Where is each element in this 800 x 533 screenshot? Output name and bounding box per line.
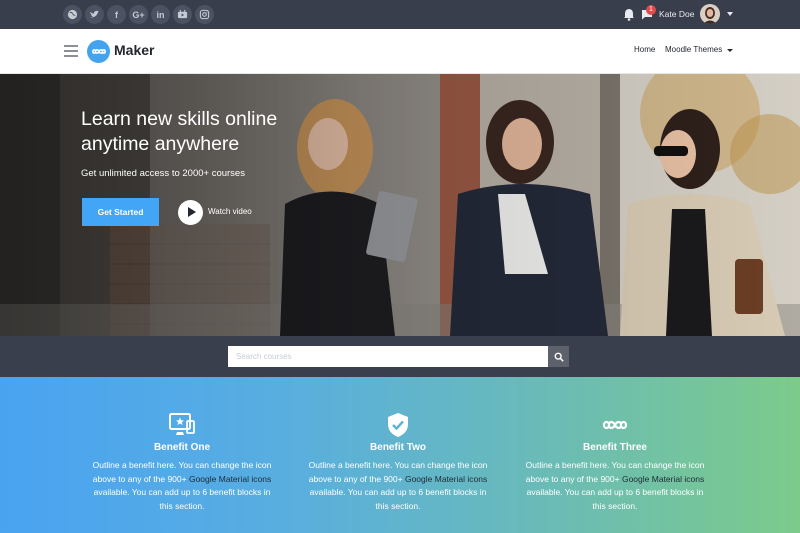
user-name[interactable]: Kate Doe [659,9,694,19]
chevron-down-icon[interactable] [727,49,733,52]
site-logo-text[interactable]: Maker [114,42,154,58]
notification-count-badge: 1 [646,5,656,15]
search-section [0,336,800,377]
material-icons-link[interactable]: Material icons [652,474,704,484]
benefit-title: Benefit Three [583,442,647,453]
menu-icon[interactable] [64,45,78,57]
monitor-star-icon [169,413,195,435]
google-link[interactable]: Google [405,474,432,484]
benefit-text: Outline a benefit here. You can change t… [92,460,272,511]
benefit-text: Outline a benefit here. You can change t… [308,460,488,511]
search-button[interactable] [548,346,569,367]
benefit-title: Benefit Two [370,442,426,453]
hero-subtitle: Get unlimited access to 2000+ courses [81,168,245,179]
logo-icon[interactable] [87,40,110,63]
material-icons-link[interactable]: Material icons [219,474,271,484]
search-input[interactable] [228,346,548,367]
get-started-button[interactable]: Get Started [82,198,159,226]
top-bar: f G+ in 1 Kate Doe [0,0,800,29]
globe-icon[interactable] [63,5,82,24]
hero-banner: Learn new skills online anytime anywhere… [0,74,800,336]
main-navbar: Maker Home Moodle Themes [0,29,800,74]
twitter-icon[interactable] [85,5,104,24]
bell-icon[interactable] [623,8,635,21]
instagram-icon[interactable] [195,5,214,24]
linkedin-icon[interactable]: in [151,5,170,24]
benefit-text: Outline a benefit here. You can change t… [525,460,705,511]
nav-link-moodle-themes[interactable]: Moodle Themes [665,45,722,54]
youtube-icon[interactable] [173,5,192,24]
hero-title: Learn new skills online anytime anywhere [81,108,278,155]
search-icon [554,352,564,362]
google-link[interactable]: Google [189,474,216,484]
nav-link-home[interactable]: Home [634,45,655,54]
material-icons-link[interactable]: Material icons [435,474,487,484]
watch-video-link[interactable]: Watch video [208,207,252,216]
benefits-section: Benefit One Outline a benefit here. You … [0,377,800,533]
play-icon[interactable] [178,200,203,225]
social-links: f G+ in [63,5,214,24]
infinity-icon [602,420,628,430]
google-link[interactable]: Google [622,474,649,484]
verified-shield-icon [388,413,408,437]
google-plus-icon[interactable]: G+ [129,5,148,24]
avatar[interactable] [700,4,720,24]
benefit-title: Benefit One [153,442,211,453]
facebook-icon[interactable]: f [107,5,126,24]
chevron-down-icon[interactable] [727,12,733,16]
